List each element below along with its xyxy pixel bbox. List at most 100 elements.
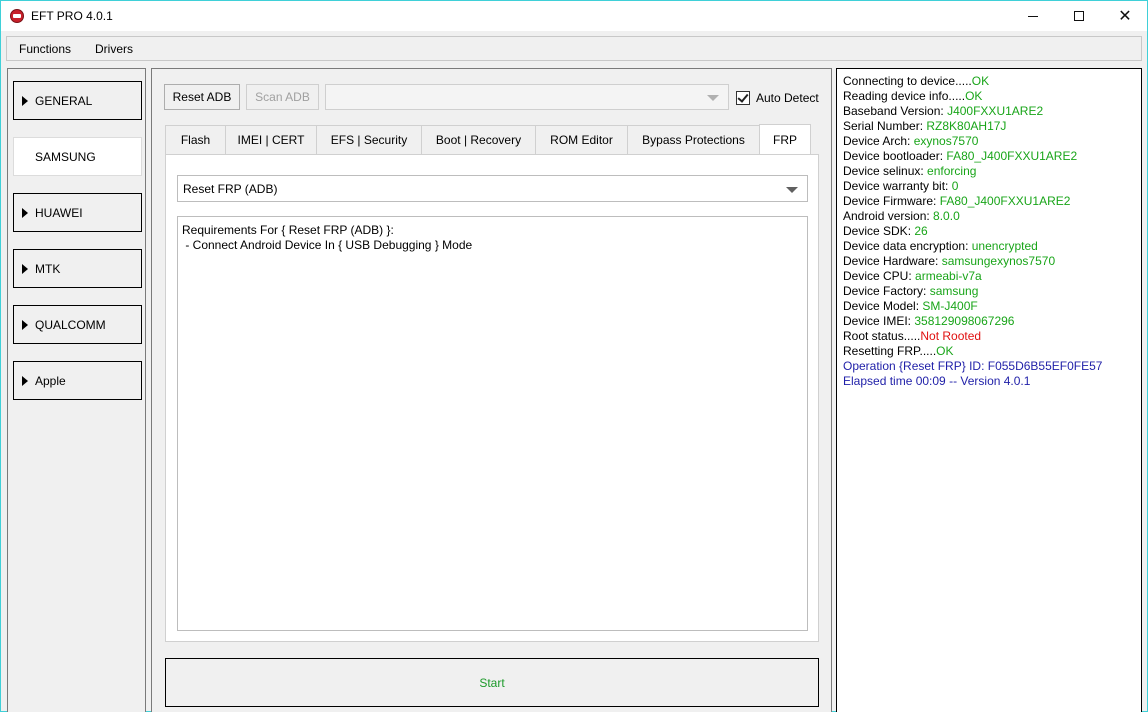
log-label: Baseband Version: <box>843 104 948 118</box>
log-label: Operation {Reset FRP} ID: F055D6B55EF0FE… <box>843 359 1103 373</box>
log-label: Device CPU: <box>843 269 916 283</box>
log-line: Device SDK: 26 <box>843 224 1135 239</box>
log-line: Device selinux: enforcing <box>843 164 1135 179</box>
log-line: Device data encryption: unencrypted <box>843 239 1135 254</box>
sidebar-item-label: Apple <box>35 373 66 388</box>
log-value: 26 <box>914 224 928 238</box>
minimize-icon <box>1028 15 1038 17</box>
log-label: Device IMEI: <box>843 314 915 328</box>
sidebar-item-huawei[interactable]: HUAWEI <box>13 193 142 232</box>
log-value: RZ8K80AH17J <box>926 119 1007 133</box>
log-line: Device Factory: samsung <box>843 284 1135 299</box>
log-label: Device data encryption: <box>843 239 972 253</box>
minimize-button[interactable] <box>1010 1 1056 31</box>
auto-detect-checkbox[interactable] <box>736 91 750 105</box>
log-line: Device IMEI: 358129098067296 <box>843 314 1135 329</box>
triangle-right-icon <box>22 319 28 330</box>
log-label: Root status..... <box>843 329 921 343</box>
log-value: 358129098067296 <box>914 314 1015 328</box>
log-value: J400FXXU1ARE2 <box>947 104 1044 118</box>
log-line: Baseband Version: J400FXXU1ARE2 <box>843 104 1135 119</box>
log-line: Device Hardware: samsungexynos7570 <box>843 254 1135 269</box>
requirements-textbox[interactable]: Requirements For { Reset FRP (ADB) }: - … <box>177 216 808 631</box>
frp-tab-page: Reset FRP (ADB) Requirements For { Reset… <box>165 154 819 642</box>
start-button[interactable]: Start <box>165 658 819 707</box>
log-label: Device selinux: <box>843 164 928 178</box>
sidebar: GENERAL SAMSUNG HUAWEI MTK QUALCOMM Appl… <box>7 68 146 712</box>
log-label: Connecting to device..... <box>843 74 972 88</box>
log-label: Reading device info..... <box>843 89 966 103</box>
log-line: Device warranty bit: 0 <box>843 179 1135 194</box>
log-label: Device Firmware: <box>843 194 940 208</box>
sidebar-item-qualcomm[interactable]: QUALCOMM <box>13 305 142 344</box>
log-label: Android version: <box>843 209 934 223</box>
tab-flash[interactable]: Flash <box>165 125 226 154</box>
tab-efs-security[interactable]: EFS | Security <box>316 125 422 154</box>
sidebar-item-label: MTK <box>35 261 61 276</box>
tab-rom-editor[interactable]: ROM Editor <box>535 125 628 154</box>
log-value: FA80_J400FXXU1ARE2 <box>946 149 1078 163</box>
menu-drivers[interactable]: Drivers <box>95 42 133 56</box>
close-button[interactable]: ✕ <box>1102 1 1148 31</box>
maximize-button[interactable] <box>1056 1 1102 31</box>
log-line: Device CPU: armeabi-v7a <box>843 269 1135 284</box>
sidebar-item-label: QUALCOMM <box>35 317 106 332</box>
log-label: Device SDK: <box>843 224 915 238</box>
sidebar-item-label: GENERAL <box>35 93 93 108</box>
log-label: Device bootloader: <box>843 149 947 163</box>
log-value: Not Rooted <box>920 329 982 343</box>
log-line: Reading device info.....OK <box>843 89 1135 104</box>
log-line: Root status.....Not Rooted <box>843 329 1135 344</box>
tab-frp[interactable]: FRP <box>759 124 811 154</box>
tab-bypass-protections[interactable]: Bypass Protections <box>627 125 760 154</box>
log-value: OK <box>971 74 990 88</box>
log-line: Connecting to device.....OK <box>843 74 1135 89</box>
log-value: 8.0.0 <box>933 209 960 223</box>
sidebar-item-samsung[interactable]: SAMSUNG <box>13 137 142 176</box>
log-value: exynos7570 <box>913 134 979 148</box>
log-value: OK <box>936 344 954 358</box>
app-logo-icon <box>10 9 24 23</box>
triangle-right-icon <box>22 263 28 274</box>
log-label: Elapsed time 00:09 -- Version 4.0.1 <box>843 374 1031 388</box>
sidebar-item-mtk[interactable]: MTK <box>13 249 142 288</box>
log-value: unencrypted <box>971 239 1038 253</box>
scan-adb-button[interactable]: Scan ADB <box>246 84 319 110</box>
log-line: Operation {Reset FRP} ID: F055D6B55EF0FE… <box>843 359 1135 374</box>
log-line: Device bootloader: FA80_J400FXXU1ARE2 <box>843 149 1135 164</box>
log-line: Android version: 8.0.0 <box>843 209 1135 224</box>
log-value: samsung <box>929 284 979 298</box>
log-value: armeabi-v7a <box>915 269 982 283</box>
log-value: 0 <box>951 179 959 193</box>
chevron-down-icon <box>786 186 798 193</box>
triangle-right-icon <box>22 207 28 218</box>
log-line: Device Firmware: FA80_J400FXXU1ARE2 <box>843 194 1135 209</box>
log-line: Device Model: SM-J400F <box>843 299 1135 314</box>
log-label: Device Hardware: <box>843 254 942 268</box>
tab-imei-cert[interactable]: IMEI | CERT <box>225 125 317 154</box>
log-line: Serial Number: RZ8K80AH17J <box>843 119 1135 134</box>
device-select[interactable] <box>325 84 729 110</box>
frp-operation-value: Reset FRP (ADB) <box>183 181 278 196</box>
log-output: Connecting to device.....OK Reading devic… <box>836 68 1142 712</box>
sidebar-item-apple[interactable]: Apple <box>13 361 142 400</box>
triangle-right-icon <box>22 151 28 162</box>
sidebar-item-label: HUAWEI <box>35 205 83 220</box>
window-title: EFT PRO 4.0.1 <box>31 9 113 23</box>
tab-boot-recovery[interactable]: Boot | Recovery <box>421 125 536 154</box>
log-value: enforcing <box>927 164 977 178</box>
triangle-right-icon <box>22 95 28 106</box>
log-label: Device Factory: <box>843 284 930 298</box>
reset-adb-button[interactable]: Reset ADB <box>164 84 240 110</box>
close-icon: ✕ <box>1118 6 1132 25</box>
log-value: samsungexynos7570 <box>941 254 1056 268</box>
sidebar-item-label: SAMSUNG <box>35 149 96 164</box>
menu-functions[interactable]: Functions <box>19 42 71 56</box>
frp-operation-select[interactable]: Reset FRP (ADB) <box>177 175 808 202</box>
requirements-line: - Connect Android Device In { USB Debugg… <box>182 238 473 252</box>
auto-detect-label: Auto Detect <box>756 91 819 105</box>
sidebar-item-general[interactable]: GENERAL <box>13 81 142 120</box>
log-label: Serial Number: <box>843 119 927 133</box>
log-label: Resetting FRP..... <box>843 344 937 358</box>
requirements-title: Requirements For { Reset FRP (ADB) }: <box>182 223 394 237</box>
